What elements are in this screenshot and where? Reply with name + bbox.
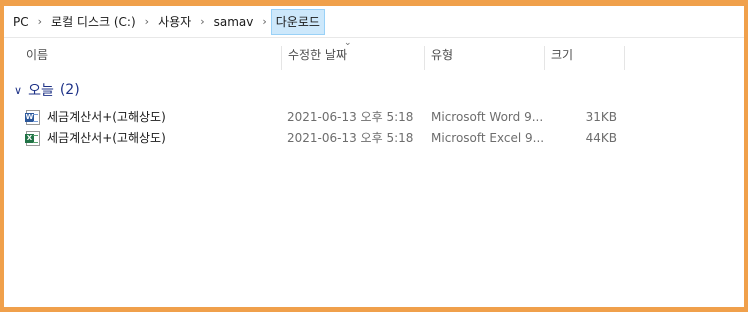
word-document-icon: W [25,110,40,125]
file-type: Microsoft Word 9... [431,110,544,124]
breadcrumb-downloads[interactable]: 다운로드 [270,8,325,35]
breadcrumb-users[interactable]: 사용자 [155,12,194,32]
group-header-today[interactable]: ∨ 오늘 (2) [14,80,80,100]
file-type: Microsoft Excel 9... [431,131,545,145]
file-name[interactable]: 세금계산서+(고해상도) [47,128,166,149]
group-label: 오늘 [28,83,54,99]
column-headers: 이름 ⌄ 수정한 날짜 유형 크기 [4,38,744,70]
column-header-size[interactable]: 크기 [551,40,573,70]
column-divider[interactable] [281,46,282,70]
chevron-down-icon[interactable]: ∨ [14,84,22,97]
chevron-right-icon[interactable]: › [32,12,48,32]
file-row[interactable]: W 세금계산서+(고해상도) 2021-06-13 오후 5:18 Micros… [4,107,744,128]
breadcrumb-samav[interactable]: samav [211,12,257,32]
column-divider[interactable] [624,46,625,70]
column-divider[interactable] [544,46,545,70]
chevron-right-icon[interactable]: › [139,12,155,32]
file-size: 31KB [585,110,617,124]
file-date: 2021-06-13 오후 5:18 [287,131,414,145]
file-size: 44KB [585,131,617,145]
column-header-date[interactable]: 수정한 날짜 [288,40,347,70]
breadcrumb-pc[interactable]: PC [10,12,32,32]
chevron-right-icon[interactable]: › [194,12,210,32]
file-date: 2021-06-13 오후 5:18 [287,110,414,124]
explorer-window: PC › 로컬 디스크 (C:) › 사용자 › samav › 다운로드 이름… [4,6,744,307]
group-count: (2) [59,82,80,98]
column-header-type[interactable]: 유형 [431,40,453,70]
address-bar[interactable]: PC › 로컬 디스크 (C:) › 사용자 › samav › 다운로드 [4,6,744,38]
file-name[interactable]: 세금계산서+(고해상도) [47,107,166,128]
file-row[interactable]: X 세금계산서+(고해상도) 2021-06-13 오후 5:18 Micros… [4,128,744,149]
breadcrumb-local-disk[interactable]: 로컬 디스크 (C:) [48,12,139,32]
column-header-name[interactable]: 이름 [26,40,48,70]
column-divider[interactable] [424,46,425,70]
excel-document-icon: X [25,131,40,146]
